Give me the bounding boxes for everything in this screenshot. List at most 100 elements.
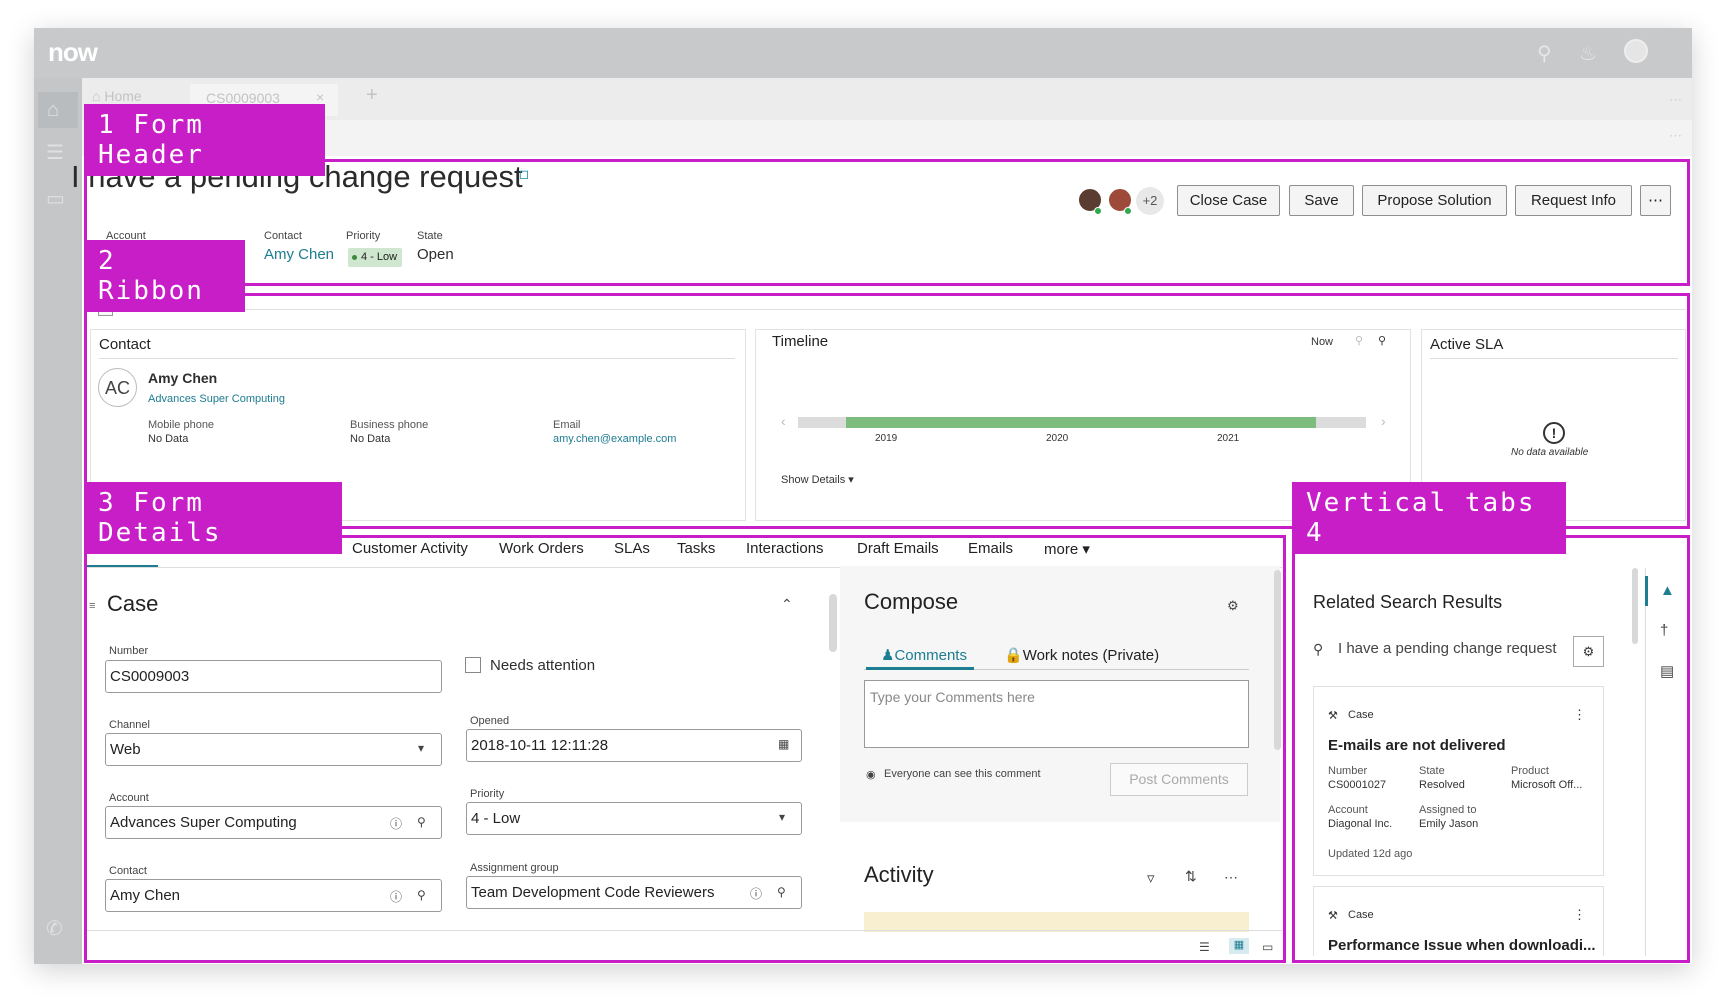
mobile-label: Mobile phone [148,419,215,431]
chevron-down-icon: ▾ [418,741,425,755]
post-comments-button[interactable]: Post Comments [1110,763,1248,796]
tab-tasks[interactable]: Tasks [677,540,715,557]
settings-icon[interactable]: ⚙ [1227,598,1239,614]
drag-handle-icon[interactable]: ≡ [89,600,95,612]
more-avatars[interactable]: +2 [1136,187,1164,215]
needs-attention-checkbox[interactable] [465,657,481,673]
bell-icon[interactable]: ♨ [1579,41,1597,66]
opened-field[interactable]: 2018-10-11 12:11:28 [466,729,802,762]
info-icon[interactable]: ⓘ [390,815,402,832]
scrollbar[interactable] [829,594,837,652]
graduation-cap-icon[interactable]: ▲ [1660,582,1675,599]
more-icon[interactable]: ⋮ [1573,707,1586,723]
filter-icon[interactable]: ▿ [1147,869,1155,887]
info-icon[interactable]: ⓘ [750,885,762,902]
user-avatar[interactable] [1624,39,1648,63]
document-icon[interactable]: ▤ [1660,662,1674,680]
company-link[interactable]: Advances Super Computing [148,393,285,405]
tab-home[interactable]: ⌂ Home [92,88,142,104]
search-icon[interactable]: ⚲ [1537,41,1552,66]
chevron-right-icon[interactable]: › [1381,413,1386,429]
search-icon[interactable]: ⚲ [777,885,786,899]
search-icon[interactable]: ⚲ [417,815,426,829]
tab-comments[interactable]: ♟Comments [881,646,967,664]
scrollbar[interactable] [1274,570,1281,750]
related-search-input[interactable]: I have a pending change request [1338,640,1557,657]
request-info-button[interactable]: Request Info [1515,185,1632,216]
timeline-year: 2021 [1217,433,1240,444]
annotation-label-vertical-tabs: Vertical tabs 4 [1292,482,1566,554]
paperclip-icon[interactable]: † [1660,622,1668,639]
list-icon[interactable]: ☰ [46,140,64,165]
zoom-in-icon[interactable]: ⚲ [1378,334,1386,347]
state-value: Resolved [1419,779,1465,791]
result-title[interactable]: E-mails are not delivered [1328,737,1506,754]
channel-select[interactable]: Web [105,733,442,766]
divider [86,930,1282,931]
sort-icon[interactable]: ⇅ [1185,868,1197,885]
scrollbar[interactable] [1632,568,1638,644]
priority-label: Priority [346,230,381,242]
tab-work-orders[interactable]: Work Orders [499,540,584,557]
propose-solution-button[interactable]: Propose Solution [1362,185,1507,216]
phone-icon[interactable]: ✆ [46,916,63,941]
contact-card-title: Contact [99,336,151,353]
calendar-icon[interactable]: ▦ [778,737,789,751]
online-indicator [1124,207,1132,215]
divider [86,309,1686,310]
single-view-icon[interactable]: ▭ [1262,940,1273,954]
more-icon[interactable]: ⋮ [1573,907,1586,923]
timeline-range[interactable] [846,417,1316,428]
list-view-icon[interactable]: ☰ [1199,940,1210,954]
close-case-button[interactable]: Close Case [1177,185,1280,216]
tab-more[interactable]: more ▾ [1044,540,1090,558]
show-details-toggle[interactable]: Show Details ▾ [781,473,854,486]
annotation-label-form-details: 3 Form Details [84,482,342,554]
inbox-icon[interactable]: ▭ [46,186,65,211]
home-icon[interactable]: ⌂ [38,92,78,128]
contact-link[interactable]: Amy Chen [264,246,334,263]
more-icon[interactable]: ⋯ [1669,92,1682,108]
email-link[interactable]: amy.chen@example.com [553,433,676,445]
add-tab-button[interactable]: + [366,84,378,107]
tab-work-notes[interactable]: 🔒Work notes (Private) [1004,646,1159,664]
priority-select[interactable]: 4 - Low [466,802,802,835]
sla-empty-text: No data available [1511,447,1589,458]
activity-title: Activity [864,862,934,887]
priority-label: Priority [470,788,505,800]
account-label: Account [1328,804,1368,816]
product-label: Product [1511,765,1549,777]
save-button[interactable]: Save [1289,185,1354,216]
account-label: Account [109,792,149,804]
warning-icon: ! [1543,422,1565,444]
tab-emails[interactable]: Emails [968,540,1013,557]
zoom-out-icon[interactable]: ⚲ [1355,334,1363,347]
more-icon[interactable]: ⋯ [1224,869,1238,886]
filter-settings-button[interactable]: ⚙ [1573,636,1604,667]
now-button[interactable]: Now [1311,336,1333,348]
divider [99,358,735,359]
number-label: Number [109,645,149,657]
chevron-left-icon[interactable]: ‹ [781,413,786,429]
split-view-icon[interactable]: ▦ [1229,938,1249,954]
number-field[interactable]: CS0009003 [105,660,442,693]
state-value: Open [417,246,454,263]
chevron-up-icon[interactable]: ⌃ [781,596,793,613]
account-value: Diagonal Inc. [1328,818,1393,830]
result-type: Case [1348,709,1374,721]
tab-interactions[interactable]: Interactions [746,540,824,557]
close-icon[interactable]: × [316,89,324,105]
comments-textarea[interactable]: Type your Comments here [864,680,1249,748]
info-icon[interactable]: ⓘ [390,888,402,905]
compose-title: Compose [864,589,959,614]
tab-slas[interactable]: SLAs [614,540,650,557]
tab-customer-activity[interactable]: Customer Activity [352,540,468,557]
more-icon[interactable]: ⋯ [1669,128,1682,144]
result-type: Case [1348,909,1374,921]
search-icon[interactable]: ⚲ [417,888,426,902]
wrench-icon: ⚒ [1328,710,1338,722]
result-title[interactable]: Performance Issue when downloadi... [1328,937,1596,954]
assigned-label: Assigned to [1419,804,1477,816]
tab-draft-emails[interactable]: Draft Emails [857,540,939,557]
more-actions-button[interactable]: ⋯ [1640,185,1671,216]
